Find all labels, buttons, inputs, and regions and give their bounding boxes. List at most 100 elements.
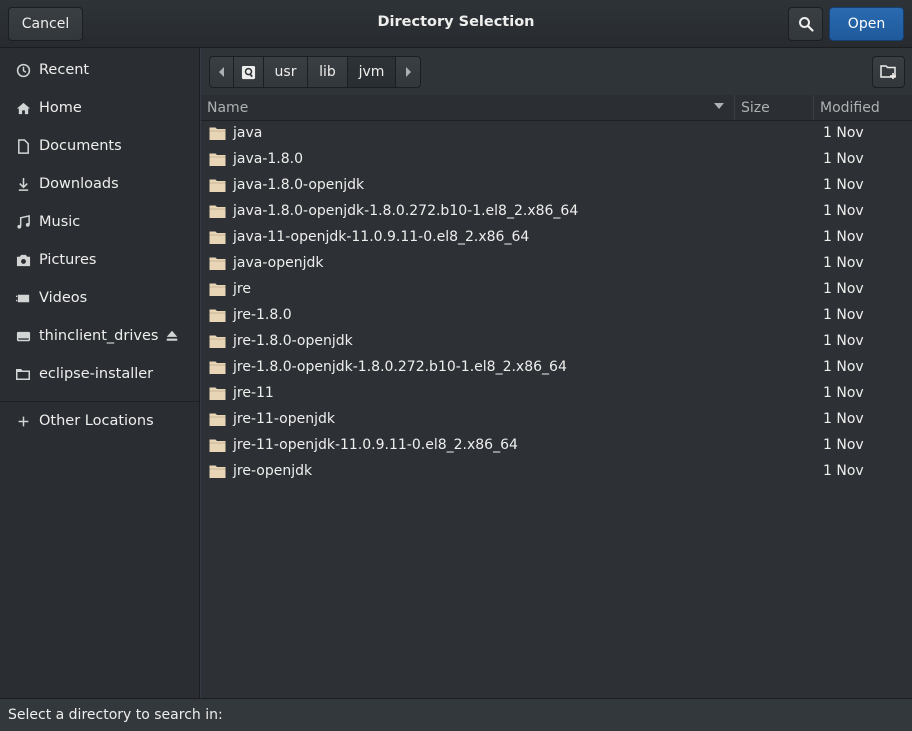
file-modified: 1 Nov	[823, 151, 864, 167]
file-row[interactable]: java-1.8.0 1 Nov	[201, 147, 912, 173]
sidebar-item-eclipse-installer[interactable]: eclipse-installer	[0, 355, 199, 393]
folder-icon	[209, 308, 226, 323]
sidebar-item-label: Music	[39, 214, 81, 230]
column-header-label: Modified	[820, 99, 880, 116]
file-name: jre-1.8.0-openjdk-1.8.0.272.b10-1.el8_2.…	[233, 359, 567, 375]
music-icon	[14, 213, 32, 231]
sidebar-item-thinclient-drives[interactable]: thinclient_drives	[0, 317, 199, 355]
sidebar-item-music[interactable]: Music	[0, 203, 199, 241]
folder-icon	[209, 360, 226, 375]
cancel-button[interactable]: Cancel	[8, 7, 83, 41]
file-row[interactable]: jre-11-openjdk-11.0.9.11-0.el8_2.x86_64 1…	[201, 433, 912, 459]
sidebar-item-label: Videos	[39, 290, 88, 306]
file-row[interactable]: java-openjdk 1 Nov	[201, 251, 912, 277]
path-segment-usr[interactable]: usr	[264, 57, 308, 87]
sidebar-item-other-locations[interactable]: Other Locations	[0, 402, 199, 440]
folder-icon	[209, 230, 226, 245]
camera-icon	[14, 251, 32, 269]
file-row[interactable]: jre 1 Nov	[201, 277, 912, 303]
sidebar-item-home[interactable]: Home	[0, 89, 199, 127]
path-segment-lib[interactable]: lib	[308, 57, 348, 87]
folder-icon	[209, 438, 226, 453]
file-row[interactable]: java 1 Nov	[201, 121, 912, 147]
file-row[interactable]: java-1.8.0-openjdk-1.8.0.272.b10-1.el8_2…	[201, 199, 912, 225]
file-modified: 1 Nov	[823, 359, 864, 375]
file-modified: 1 Nov	[823, 229, 864, 245]
file-name: jre-11	[233, 385, 274, 401]
new-folder-button[interactable]	[872, 56, 905, 88]
chevron-right-icon	[406, 67, 411, 77]
folder-icon	[209, 152, 226, 167]
download-icon	[14, 175, 32, 193]
sidebar-item-documents[interactable]: Documents	[0, 127, 199, 165]
folder-icon	[14, 365, 32, 383]
sidebar-item-recent[interactable]: Recent	[0, 51, 199, 89]
file-row[interactable]: jre-1.8.0-openjdk 1 Nov	[201, 329, 912, 355]
file-name: jre-11-openjdk-11.0.9.11-0.el8_2.x86_64	[233, 437, 518, 453]
file-row[interactable]: java-1.8.0-openjdk 1 Nov	[201, 173, 912, 199]
sidebar-item-downloads[interactable]: Downloads	[0, 165, 199, 203]
file-modified: 1 Nov	[823, 203, 864, 219]
sidebar-item-label: eclipse-installer	[39, 366, 154, 382]
column-header-label: Size	[741, 99, 770, 116]
eject-icon[interactable]	[163, 327, 181, 345]
new-folder-icon	[879, 65, 896, 79]
file-name: java-1.8.0-openjdk-1.8.0.272.b10-1.el8_2…	[233, 203, 579, 219]
search-button[interactable]	[788, 7, 823, 41]
column-header-name[interactable]: Name	[201, 95, 735, 120]
drive-icon	[14, 327, 32, 345]
document-icon	[14, 137, 32, 155]
file-row[interactable]: jre-openjdk 1 Nov	[201, 459, 912, 485]
column-header-row: Name Size Modified	[201, 95, 912, 121]
file-row[interactable]: jre-11-openjdk 1 Nov	[201, 407, 912, 433]
sidebar-item-label: Recent	[39, 62, 90, 78]
file-name: java-1.8.0-openjdk	[233, 177, 365, 193]
sort-descending-icon	[714, 103, 724, 109]
sidebar-item-label: Documents	[39, 138, 122, 154]
path-back-button[interactable]	[210, 57, 234, 87]
file-modified: 1 Nov	[823, 307, 864, 323]
file-modified: 1 Nov	[823, 333, 864, 349]
file-chooser-dialog: Cancel Directory Selection Open Recent H…	[0, 0, 912, 731]
folder-icon	[209, 386, 226, 401]
path-segment-jvm[interactable]: jvm	[348, 57, 396, 87]
file-modified: 1 Nov	[823, 437, 864, 453]
path-segment-root[interactable]	[234, 57, 264, 87]
file-modified: 1 Nov	[823, 177, 864, 193]
file-list: java 1 Nov java-1.8.0 1 Nov java-1.8.0-ope…	[201, 121, 912, 698]
column-header-modified[interactable]: Modified	[814, 95, 912, 120]
sidebar-item-label: thinclient_drives	[39, 328, 159, 344]
sidebar-item-videos[interactable]: Videos	[0, 279, 199, 317]
file-name: jre	[233, 281, 251, 297]
file-row[interactable]: java-11-openjdk-11.0.9.11-0.el8_2.x86_64…	[201, 225, 912, 251]
file-row[interactable]: jre-1.8.0 1 Nov	[201, 303, 912, 329]
clock-icon	[14, 61, 32, 79]
file-name: java	[233, 125, 263, 141]
column-header-size[interactable]: Size	[735, 95, 814, 120]
sidebar-item-pictures[interactable]: Pictures	[0, 241, 199, 279]
file-name: jre-11-openjdk	[233, 411, 335, 427]
folder-icon	[209, 334, 226, 349]
file-name: jre-1.8.0-openjdk	[233, 333, 353, 349]
file-name: jre-1.8.0	[233, 307, 292, 323]
status-bar: Select a directory to search in:	[0, 698, 912, 731]
file-modified: 1 Nov	[823, 463, 864, 479]
disk-icon	[241, 65, 256, 79]
places-sidebar: Recent Home Documents Downloads Music Pi…	[0, 48, 200, 698]
file-name: java-11-openjdk-11.0.9.11-0.el8_2.x86_64	[233, 229, 530, 245]
sidebar-item-label: Home	[39, 100, 82, 116]
folder-icon	[209, 256, 226, 271]
open-button[interactable]: Open	[829, 7, 904, 41]
file-name: java-openjdk	[233, 255, 324, 271]
status-text: Select a directory to search in:	[8, 707, 223, 723]
sidebar-item-label: Other Locations	[39, 413, 154, 429]
file-modified: 1 Nov	[823, 411, 864, 427]
folder-icon	[209, 464, 226, 479]
file-name: java-1.8.0	[233, 151, 304, 167]
file-row[interactable]: jre-11 1 Nov	[201, 381, 912, 407]
folder-icon	[209, 412, 226, 427]
home-icon	[14, 99, 32, 117]
file-row[interactable]: jre-1.8.0-openjdk-1.8.0.272.b10-1.el8_2.…	[201, 355, 912, 381]
path-forward-button[interactable]	[396, 57, 420, 87]
file-modified: 1 Nov	[823, 125, 864, 141]
